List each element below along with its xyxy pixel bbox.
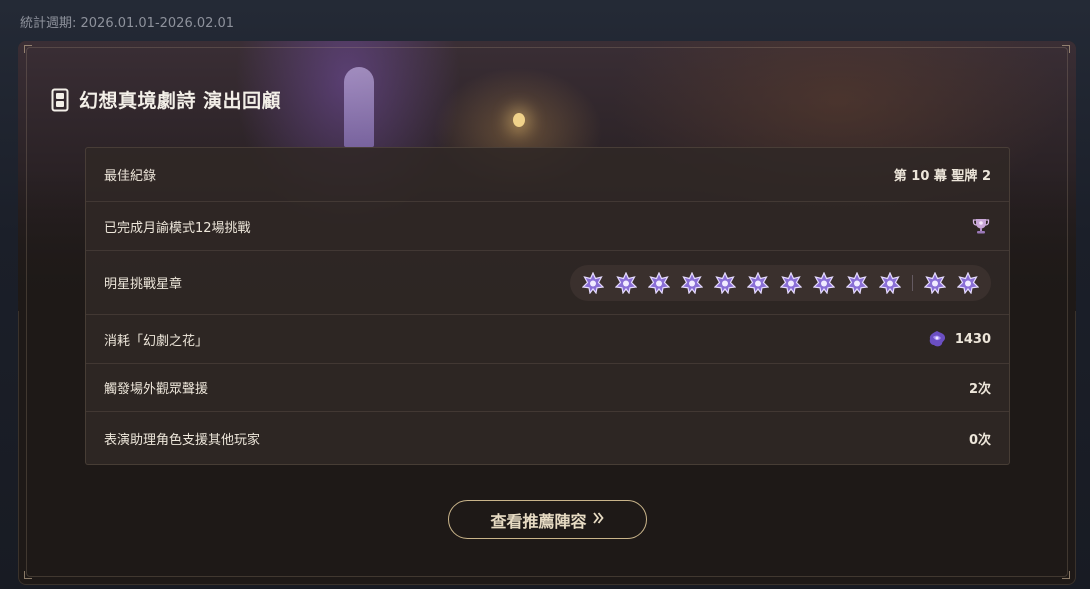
stat-value: 第 10 幕 聖牌 2 — [893, 169, 991, 184]
star-medal-icon — [681, 271, 703, 294]
star-medal-icon — [924, 271, 946, 294]
star-medal-icon — [780, 271, 802, 294]
stat-label: 觸發場外觀眾聲援 — [104, 382, 209, 397]
fantasia-flower-icon — [927, 329, 947, 349]
star-medal-icon — [714, 271, 736, 294]
stats-panel: 最佳紀錄 第 10 幕 聖牌 2 已完成月諭模式12場挑戰 明星挑戰星章 消耗「… — [85, 147, 1010, 465]
theater-card-icon — [51, 88, 69, 112]
stat-row-audience-support: 觸發場外觀眾聲援 2次 — [86, 364, 1009, 412]
star-medal-icon — [582, 271, 604, 294]
star-medal-icon — [846, 271, 868, 294]
double-chevron-right-icon — [591, 511, 605, 529]
view-recommended-lineup-button[interactable]: 查看推薦陣容 — [448, 500, 647, 539]
review-card: 幻想真境劇詩 演出回顧 最佳紀錄 第 10 幕 聖牌 2 已完成月諭模式12場挑… — [18, 41, 1076, 585]
stats-period: 統計週期: 2026.01.01-2026.02.01 — [20, 16, 235, 31]
button-label: 查看推薦陣容 — [490, 511, 587, 531]
star-medal-icon — [648, 271, 670, 294]
star-medal-icon — [879, 271, 901, 294]
stat-label: 明星挑戰星章 — [104, 277, 183, 292]
stat-label: 已完成月諭模式12場挑戰 — [104, 220, 251, 236]
star-medal-icon — [813, 271, 835, 294]
card-header: 幻想真境劇詩 演出回顧 — [51, 86, 281, 113]
stat-row-best-record: 最佳紀錄 第 10 幕 聖牌 2 — [86, 148, 1009, 202]
page-title: 幻想真境劇詩 演出回顧 — [79, 90, 282, 112]
stat-row-challenges: 已完成月諭模式12場挑戰 — [86, 202, 1009, 251]
stat-value: 2次 — [968, 382, 991, 397]
stat-label: 消耗「幻劇之花」 — [104, 333, 209, 349]
star-medal-icon — [957, 271, 979, 294]
stat-row-assist-support: 表演助理角色支援其他玩家 0次 — [86, 412, 1009, 465]
page: 統計週期: 2026.01.01-2026.02.01 幻想真境劇詩 演出回顧 … — [0, 0, 1090, 589]
stat-value: 1430 — [954, 331, 991, 347]
stat-label: 表演助理角色支援其他玩家 — [104, 433, 261, 448]
stat-row-star-medals: 明星挑戰星章 — [86, 251, 1009, 315]
star-medal-icon — [747, 271, 769, 294]
trophy-icon — [971, 216, 991, 236]
star-medal-icon — [615, 271, 637, 294]
star-medal-strip — [570, 264, 991, 301]
stat-row-flower-consumed: 消耗「幻劇之花」 1430 — [86, 315, 1009, 364]
stat-label: 最佳紀錄 — [104, 169, 157, 184]
star-divider — [912, 274, 913, 291]
stat-value: 0次 — [968, 433, 991, 448]
